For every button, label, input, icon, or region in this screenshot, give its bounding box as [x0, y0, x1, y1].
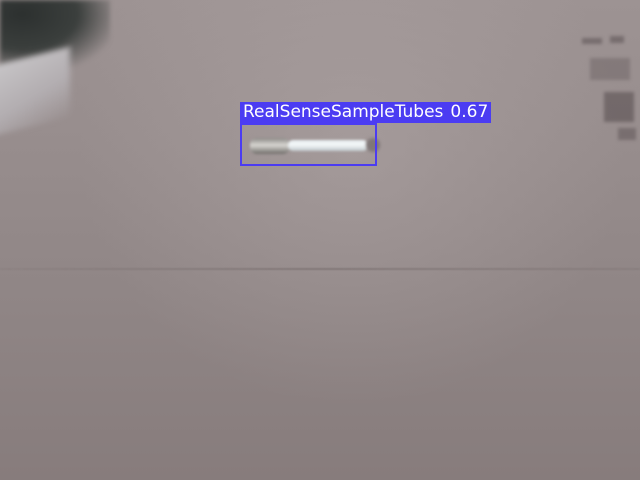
detection-bounding-box: [240, 123, 377, 166]
detection-label: RealSenseSampleTubes 0.67: [240, 102, 492, 123]
detection-class-name: RealSenseSampleTubes: [243, 102, 444, 122]
cardboard-fold: [0, 268, 640, 270]
detection-confidence: 0.67: [450, 102, 489, 122]
printed-box-marks: [530, 30, 640, 150]
camera-frame: RealSenseSampleTubes 0.67: [0, 0, 640, 480]
background-object-light: [0, 46, 70, 140]
